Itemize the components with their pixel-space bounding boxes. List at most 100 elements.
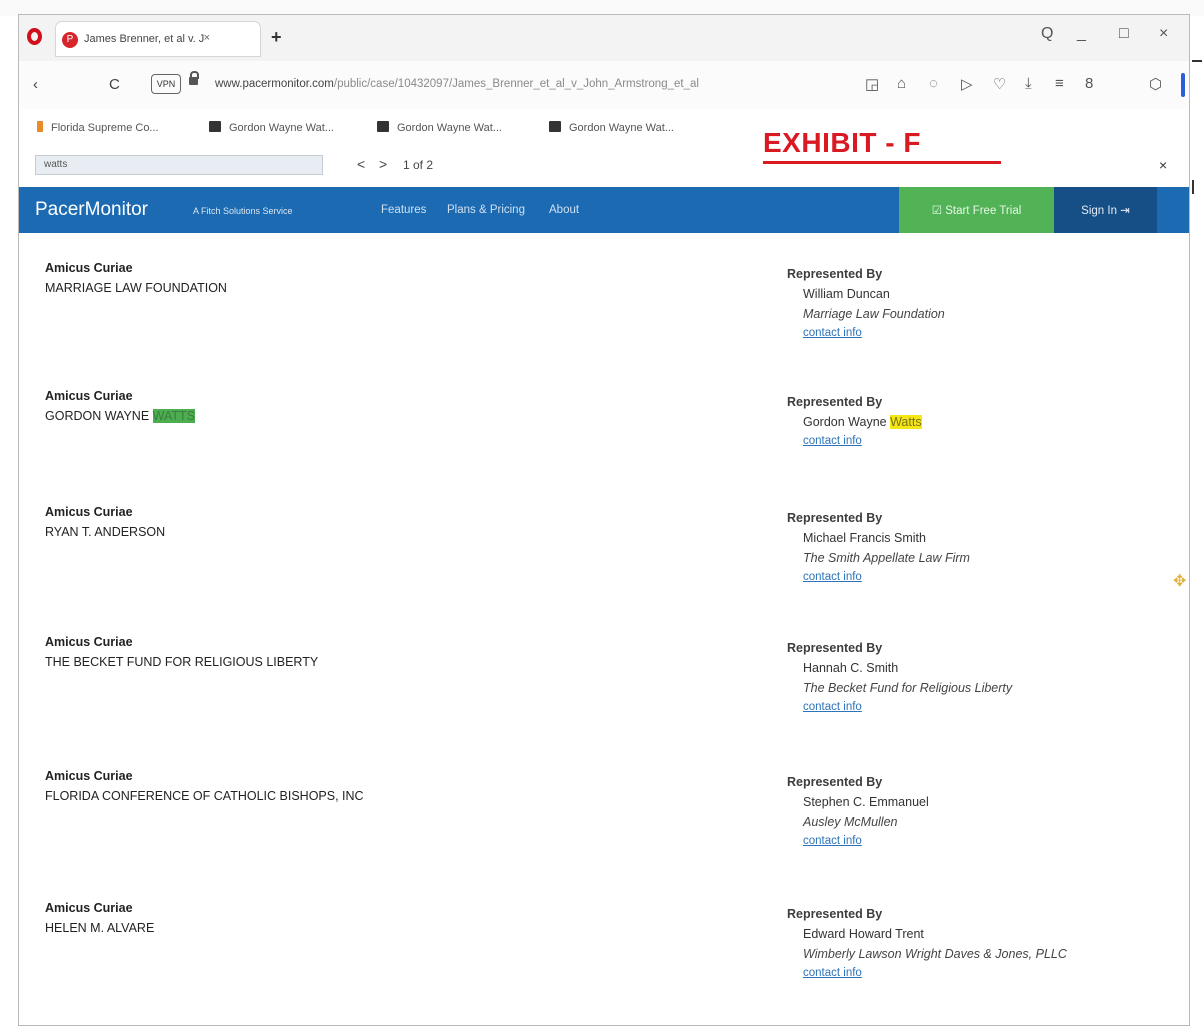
law-firm: Wimberly Lawson Wright Daves & Jones, PL… [803, 947, 1067, 961]
snapshot-icon[interactable]: ◲ [865, 75, 879, 93]
find-input[interactable]: watts [35, 155, 323, 175]
url-field[interactable]: www.pacermonitor.com/public/case/1043209… [215, 78, 855, 90]
party-row: Amicus Curiae MARRIAGE LAW FOUNDATION Re… [19, 233, 1165, 359]
parties-list: Amicus Curiae MARRIAGE LAW FOUNDATION Re… [19, 233, 1165, 1025]
attorney-name: William Duncan [803, 287, 890, 301]
attorney-name: Hannah C. Smith [803, 661, 899, 675]
representation: Represented By Edward Howard Trent Wimbe… [787, 907, 1067, 979]
party-name: GORDON WAYNE WATTS [45, 409, 196, 423]
party-row: Amicus Curiae HELEN M. ALVARE Represente… [19, 873, 1165, 999]
party-name: FLORIDA CONFERENCE OF CATHOLIC BISHOPS, … [45, 789, 364, 803]
reload-icon[interactable]: C [109, 76, 120, 93]
party-name: THE BECKET FUND FOR RELIGIOUS LIBERTY [45, 655, 319, 669]
start-free-trial-button[interactable]: ☑ Start Free Trial [899, 187, 1054, 233]
tab-title: James Brenner, et al v. Jo [84, 33, 204, 45]
nav-plans-pricing[interactable]: Plans & Pricing [447, 204, 525, 216]
contact-info-link[interactable]: contact info [803, 435, 922, 447]
heart-icon[interactable]: ♡ [993, 75, 1006, 93]
contact-info-link[interactable]: contact info [803, 327, 945, 339]
contact-info-link[interactable]: contact info [803, 835, 929, 847]
home-icon[interactable]: ⌂ [897, 75, 906, 92]
address-bar: ‹ C VPN www.pacermonitor.com/public/case… [19, 61, 1189, 110]
back-button[interactable]: ‹ [33, 76, 38, 93]
profile-icon[interactable]: 8 [1085, 75, 1093, 92]
scan-mark [1192, 180, 1194, 194]
find-close-icon[interactable]: × [1159, 157, 1167, 173]
sidebar-indicator [1181, 73, 1185, 97]
party-row: Amicus Curiae RYAN T. ANDERSON Represent… [19, 477, 1165, 603]
bookmark-item[interactable]: Gordon Wayne Wat... [549, 121, 674, 134]
bookmark-item[interactable]: Gordon Wayne Wat... [209, 121, 334, 134]
pacermonitor-favicon-icon: P [62, 32, 78, 48]
attorney-name: Michael Francis Smith [803, 531, 926, 545]
tab-bar: P James Brenner, et al v. Jo × + Q _ □ × [19, 15, 1189, 61]
represented-by-label: Represented By [787, 641, 883, 655]
tab-close-icon[interactable]: × [204, 32, 210, 44]
law-firm: Marriage Law Foundation [803, 307, 945, 321]
scroll-cursor-icon: ✥ [1173, 573, 1187, 590]
menu-icon[interactable]: ≡ [1055, 75, 1064, 92]
party-name: RYAN T. ANDERSON [45, 525, 166, 539]
maximize-button[interactable]: □ [1119, 25, 1129, 43]
checkbox-icon: ☑ [931, 205, 946, 217]
nav-features[interactable]: Features [381, 204, 426, 216]
download-icon[interactable]: ⤓ [1025, 75, 1032, 92]
bookmark-item[interactable]: Gordon Wayne Wat... [377, 121, 502, 134]
find-prev-button[interactable]: < [357, 156, 365, 172]
party-role: Amicus Curiae [45, 505, 133, 519]
represented-by-label: Represented By [787, 395, 883, 409]
site-tagline: A Fitch Solutions Service [193, 206, 293, 216]
representation: Represented By Hannah C. Smith The Becke… [787, 641, 1012, 713]
bookmark-item[interactable]: Florida Supreme Co... [37, 121, 159, 134]
find-bar: watts < > 1 of 2 × [19, 145, 1189, 185]
party-role: Amicus Curiae [45, 261, 133, 275]
contact-info-link[interactable]: contact info [803, 967, 1067, 979]
party-role: Amicus Curiae [45, 769, 133, 783]
scan-mark [1192, 60, 1202, 62]
party-name: HELEN M. ALVARE [45, 921, 155, 935]
contact-info-link[interactable]: contact info [803, 571, 970, 583]
attorney-name: Gordon Wayne Watts [803, 415, 922, 429]
represented-by-label: Represented By [787, 775, 883, 789]
exhibit-stamp: EXHIBIT - F [763, 127, 921, 158]
minimize-button[interactable]: _ [1077, 25, 1086, 43]
browser-tab[interactable]: P James Brenner, et al v. Jo × [55, 21, 261, 57]
folder-icon [377, 121, 389, 132]
browser-window: P James Brenner, et al v. Jo × + Q _ □ ×… [18, 14, 1190, 1026]
exhibit-underline [763, 161, 1001, 164]
lock-icon[interactable] [189, 71, 199, 85]
site-header: PacerMonitor A Fitch Solutions Service F… [19, 187, 1189, 233]
search-tabs-icon[interactable]: Q [1041, 25, 1053, 43]
party-name: MARRIAGE LAW FOUNDATION [45, 281, 227, 295]
nav-about[interactable]: About [549, 204, 579, 216]
vpn-badge[interactable]: VPN [151, 74, 181, 94]
folder-icon [549, 121, 561, 132]
law-firm: The Smith Appellate Law Firm [803, 551, 970, 565]
find-highlight: Watts [890, 415, 922, 429]
party-row: Amicus Curiae THE BECKET FUND FOR RELIGI… [19, 607, 1165, 733]
find-highlight-active: WATTS [152, 409, 196, 423]
attorney-name: Stephen C. Emmanuel [803, 795, 929, 809]
sign-in-button[interactable]: Sign In ⇥ [1054, 187, 1157, 233]
play-icon[interactable]: ▷ [961, 75, 973, 93]
representation: Represented By Stephen C. Emmanuel Ausle… [787, 775, 929, 847]
shield-icon[interactable]: ◌ [929, 75, 938, 92]
new-tab-button[interactable]: + [271, 27, 282, 48]
sign-in-icon: ⇥ [1116, 205, 1130, 217]
representation: Represented By Michael Francis Smith The… [787, 511, 970, 583]
represented-by-label: Represented By [787, 907, 883, 921]
party-role: Amicus Curiae [45, 635, 133, 649]
representation: Represented By Gordon Wayne Watts contac… [787, 395, 922, 447]
close-window-button[interactable]: × [1159, 25, 1168, 43]
represented-by-label: Represented By [787, 267, 883, 281]
folder-icon [209, 121, 221, 132]
party-role: Amicus Curiae [45, 389, 133, 403]
opera-logo-icon[interactable] [27, 28, 42, 45]
contact-info-link[interactable]: contact info [803, 701, 1012, 713]
resize-corner-icon[interactable]: ⌟ [1189, 1019, 1190, 1026]
extensions-icon[interactable]: ⬡ [1149, 75, 1162, 93]
party-row: Amicus Curiae GORDON WAYNE WATTS Represe… [19, 361, 1165, 487]
site-logo[interactable]: PacerMonitor [35, 199, 148, 221]
attorney-name: Edward Howard Trent [803, 927, 924, 941]
find-next-button[interactable]: > [379, 156, 387, 172]
